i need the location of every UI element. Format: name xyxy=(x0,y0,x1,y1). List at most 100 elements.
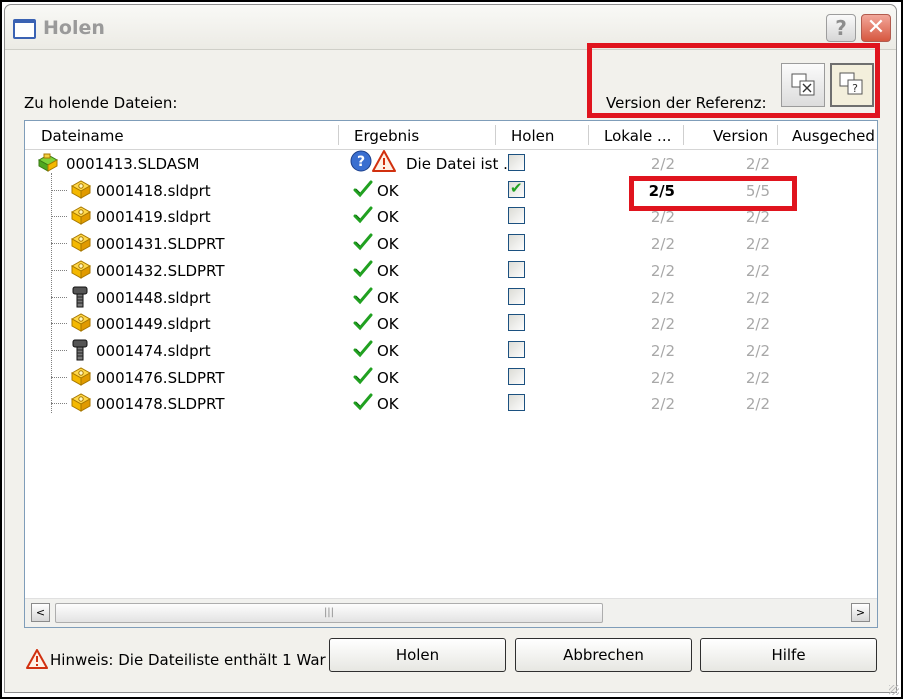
version: 2/2 xyxy=(745,235,770,254)
version: 2/2 xyxy=(745,288,770,307)
resize-grip[interactable] xyxy=(889,685,899,695)
get-checkbox[interactable] xyxy=(508,179,525,198)
get-checkbox[interactable] xyxy=(508,287,525,305)
file-name: 0001478.SLDPRT xyxy=(96,395,225,414)
table-row[interactable]: 0001478.SLDPRT OK 2/2 2/2 xyxy=(25,391,877,417)
result-text: OK xyxy=(377,208,399,227)
hint-text: Hinweis: Die Dateiliste enthält 1 War xyxy=(50,651,326,669)
ok-checkmark-icon xyxy=(353,367,373,389)
get-checkbox[interactable] xyxy=(508,234,525,252)
version: 2/2 xyxy=(745,395,770,414)
column-header-filename[interactable]: Dateiname xyxy=(41,127,124,145)
tree-branch-line xyxy=(51,296,67,298)
part-icon xyxy=(67,204,93,232)
window-title: Holen xyxy=(43,17,105,39)
version: 2/2 xyxy=(745,155,770,173)
part-icon xyxy=(67,391,93,419)
get-checkbox[interactable] xyxy=(508,207,525,225)
get-checkbox[interactable] xyxy=(508,367,525,385)
part-icon xyxy=(67,231,93,259)
local-version: 2/2 xyxy=(650,208,675,227)
table-row[interactable]: 0001448.sldprt OK 2/2 2/2 xyxy=(25,285,877,311)
column-header-result[interactable]: Ergebnis xyxy=(354,127,419,145)
version: 2/2 xyxy=(745,341,770,360)
version-highlight-box xyxy=(629,176,797,211)
get-checkbox[interactable] xyxy=(508,154,525,171)
scroll-left-button[interactable]: < xyxy=(31,603,50,622)
get-checkbox[interactable] xyxy=(508,394,525,412)
get-checkbox[interactable] xyxy=(508,260,525,278)
table-row[interactable]: 0001476.SLDPRT OK 2/2 2/2 xyxy=(25,365,877,391)
tree-branch-line xyxy=(51,269,67,271)
file-name: 0001474.sldprt xyxy=(96,341,211,360)
column-header-version[interactable]: Version xyxy=(713,127,768,145)
local-version: 2/2 xyxy=(650,315,675,334)
file-name: 0001449.sldprt xyxy=(96,315,211,334)
cancel-button[interactable]: Abbrechen xyxy=(515,638,692,672)
tree-branch-line xyxy=(51,323,67,325)
close-button[interactable]: ✕ xyxy=(861,14,891,42)
bolt-icon xyxy=(67,338,93,366)
file-name: 0001418.sldprt xyxy=(96,181,211,200)
horizontal-scrollbar[interactable]: < ||| > xyxy=(25,598,877,627)
file-name: 0001431.SLDPRT xyxy=(96,235,225,254)
result-text: OK xyxy=(377,288,399,307)
warning-icon xyxy=(26,649,48,669)
result-text: Die Datei ist . xyxy=(406,155,508,173)
table-row[interactable]: 0001449.sldprt OK 2/2 2/2 xyxy=(25,311,877,337)
result-text: OK xyxy=(377,261,399,280)
window-icon xyxy=(13,19,36,39)
tree-branch-line xyxy=(51,376,67,378)
get-checkbox[interactable] xyxy=(508,314,525,332)
ok-checkmark-icon xyxy=(353,393,373,415)
scroll-right-button[interactable]: > xyxy=(851,603,870,622)
ok-checkmark-icon xyxy=(353,233,373,255)
part-icon xyxy=(67,178,93,206)
column-header-get[interactable]: Holen xyxy=(511,127,554,145)
tree-branch-line xyxy=(51,403,67,405)
part-icon xyxy=(67,365,93,393)
version: 2/2 xyxy=(745,368,770,387)
assembly-icon xyxy=(36,151,62,177)
files-to-get-label: Zu holende Dateien: xyxy=(24,94,178,112)
result-text: OK xyxy=(377,235,399,254)
tree-branch-line xyxy=(51,189,67,191)
ok-checkmark-icon xyxy=(353,180,373,202)
ok-checkmark-icon xyxy=(353,260,373,282)
table-row[interactable]: 0001474.sldprt OK 2/2 2/2 xyxy=(25,338,877,364)
local-version: 2/2 xyxy=(650,288,675,307)
tree-branch-line xyxy=(51,243,67,245)
ok-checkmark-icon xyxy=(353,206,373,228)
get-button[interactable]: Holen xyxy=(329,638,506,672)
column-header-checked-out[interactable]: Ausgeched xyxy=(792,127,875,145)
reference-highlight-box xyxy=(587,43,880,118)
local-version: 2/2 xyxy=(650,155,675,173)
ok-checkmark-icon xyxy=(353,340,373,362)
file-name: 0001476.SLDPRT xyxy=(96,368,225,387)
local-version: 2/2 xyxy=(650,368,675,387)
scroll-thumb[interactable]: ||| xyxy=(55,603,603,623)
table-row[interactable]: 0001431.SLDPRT OK 2/2 2/2 xyxy=(25,231,877,257)
result-text: OK xyxy=(377,395,399,414)
file-name: 0001432.SLDPRT xyxy=(96,261,225,280)
result-text: OK xyxy=(377,368,399,387)
tree-branch-line xyxy=(51,216,67,218)
file-name: 0001419.sldprt xyxy=(96,208,211,227)
column-header-local-version[interactable]: Lokale ... xyxy=(604,127,671,145)
file-name: 0001413.SLDASM xyxy=(66,155,200,173)
part-icon xyxy=(67,258,93,286)
get-checkbox[interactable] xyxy=(508,340,525,358)
svg-text:?: ? xyxy=(357,154,365,170)
tree-branch-line xyxy=(51,349,67,351)
help-title-button[interactable]: ? xyxy=(826,14,856,42)
list-header: Dateiname Ergebnis Holen Lokale ... Vers… xyxy=(25,121,877,150)
help-button[interactable]: Hilfe xyxy=(700,638,877,672)
version: 2/2 xyxy=(745,208,770,227)
version: 2/2 xyxy=(745,261,770,280)
result-text: OK xyxy=(377,181,399,200)
table-row[interactable]: 0001432.SLDPRT OK 2/2 2/2 xyxy=(25,258,877,284)
local-version: 2/2 xyxy=(650,341,675,360)
ok-checkmark-icon xyxy=(353,287,373,309)
ok-checkmark-icon xyxy=(353,313,373,335)
tree-root-row[interactable]: 0001413.SLDASM? Die Datei ist . 2/2 2/2 xyxy=(25,150,877,177)
